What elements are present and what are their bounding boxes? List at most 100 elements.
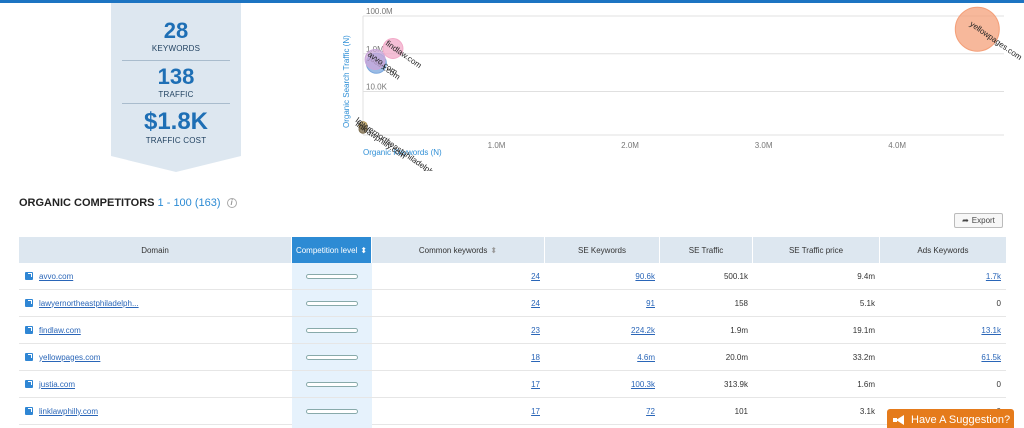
column-header-ads-keywords[interactable]: Ads Keywords bbox=[880, 237, 1006, 263]
se-traffic-value: 101 bbox=[734, 406, 748, 416]
export-label: Export bbox=[971, 216, 995, 225]
se-keywords-link[interactable]: 90.6k bbox=[635, 272, 655, 281]
se-traffic-price-value: 3.1k bbox=[859, 406, 875, 416]
se-traffic-value: 500.1k bbox=[723, 271, 748, 281]
share-arrow-icon: ➦ bbox=[962, 216, 969, 225]
se-keywords-cell: 72 bbox=[545, 398, 660, 424]
se-traffic-price-value: 5.1k bbox=[859, 298, 875, 308]
se-keywords-link[interactable]: 100.3k bbox=[631, 380, 655, 389]
se-traffic-price-cell: 19.1m bbox=[753, 317, 880, 343]
table-header: Domain Competition level ⬍ Common keywor… bbox=[19, 237, 1006, 263]
sort-icon: ⬍ bbox=[360, 245, 368, 255]
se-traffic-value: 313.9k bbox=[723, 379, 748, 389]
ads-keywords-cell: 0 bbox=[880, 290, 1006, 316]
competition-level-bar bbox=[306, 273, 358, 279]
domain-cell: linklawphilly.com bbox=[19, 398, 292, 424]
competition-level-cell bbox=[292, 344, 372, 370]
domain-link[interactable]: yellowpages.com bbox=[39, 353, 100, 362]
se-traffic-cell: 101 bbox=[660, 398, 753, 424]
ads-keywords-value: 0 bbox=[996, 379, 1001, 389]
external-link-icon[interactable] bbox=[25, 326, 33, 334]
column-header-common-keywords[interactable]: Common keywords ⬍ bbox=[372, 237, 545, 263]
domain-link[interactable]: justia.com bbox=[39, 380, 75, 389]
keywords-value: 28 bbox=[163, 18, 189, 43]
domain-link[interactable]: linklawphilly.com bbox=[39, 407, 98, 416]
se-traffic-cell: 20.0m bbox=[660, 344, 753, 370]
se-traffic-price-cell: 5.1k bbox=[753, 290, 880, 316]
common-keywords-link[interactable]: 18 bbox=[531, 353, 540, 362]
domain-link[interactable]: avvo.com bbox=[39, 272, 73, 281]
ads-keywords-link[interactable]: 1.7k bbox=[986, 272, 1001, 281]
chart-canvas: 100.0M1.0M10.0K1.0M2.0M3.0M4.0MOrganic K… bbox=[354, 6, 1024, 171]
se-traffic-price-value: 9.4m bbox=[857, 271, 875, 281]
traffic-label: TRAFFIC bbox=[158, 90, 194, 99]
se-keywords-cell: 91 bbox=[545, 290, 660, 316]
external-link-icon[interactable] bbox=[25, 272, 33, 280]
export-button[interactable]: ➦ Export bbox=[954, 213, 1003, 228]
common-keywords-link[interactable]: 24 bbox=[531, 272, 540, 281]
table-row: yellowpages.com 18 4.6m 20.0m 33.2m 61.5… bbox=[19, 344, 1006, 371]
ads-keywords-cell: 61.5k bbox=[880, 344, 1006, 370]
external-link-icon[interactable] bbox=[25, 353, 33, 361]
traffic-value: 138 bbox=[157, 64, 195, 89]
domain-link[interactable]: findlaw.com bbox=[39, 326, 81, 335]
se-keywords-link[interactable]: 72 bbox=[646, 407, 655, 416]
stat-divider bbox=[122, 60, 230, 61]
table-row: lawyernortheastphiladelph... 24 91 158 5… bbox=[19, 290, 1006, 317]
megaphone-icon bbox=[893, 415, 905, 425]
summary-panel-tip bbox=[111, 156, 241, 172]
se-traffic-value: 1.9m bbox=[730, 325, 748, 335]
y-tick-label: 100.0M bbox=[366, 7, 393, 16]
common-keywords-link[interactable]: 17 bbox=[531, 380, 540, 389]
x-tick-label: 4.0M bbox=[888, 141, 906, 150]
suggestion-button[interactable]: Have A Suggestion? bbox=[887, 409, 1014, 428]
domain-cell: justia.com bbox=[19, 371, 292, 397]
traffic-stat: 138 TRAFFIC bbox=[111, 64, 241, 100]
common-keywords-cell: 24 bbox=[372, 263, 545, 289]
column-header-se-traffic-price[interactable]: SE Traffic price bbox=[753, 237, 880, 263]
keywords-stat: 28 KEYWORDS bbox=[111, 18, 241, 54]
se-keywords-link[interactable]: 224.2k bbox=[631, 326, 655, 335]
ads-keywords-link[interactable]: 13.1k bbox=[981, 326, 1001, 335]
ads-keywords-link[interactable]: 61.5k bbox=[981, 353, 1001, 362]
se-traffic-cell: 500.1k bbox=[660, 263, 753, 289]
ads-keywords-cell: 1.7k bbox=[880, 263, 1006, 289]
column-header-se-traffic[interactable]: SE Traffic bbox=[660, 237, 753, 263]
se-keywords-link[interactable]: 4.6m bbox=[637, 353, 655, 362]
column-header-domain[interactable]: Domain bbox=[19, 237, 292, 263]
common-keywords-link[interactable]: 24 bbox=[531, 299, 540, 308]
y-tick-label: 10.0K bbox=[366, 83, 388, 92]
x-tick-label: 1.0M bbox=[488, 141, 506, 150]
competition-level-bar bbox=[306, 354, 358, 360]
column-header-se-keywords[interactable]: SE Keywords bbox=[545, 237, 660, 263]
competition-level-cell bbox=[292, 371, 372, 397]
section-range: 1 - 100 (163) bbox=[157, 197, 221, 209]
external-link-icon[interactable] bbox=[25, 407, 33, 415]
common-keywords-link[interactable]: 17 bbox=[531, 407, 540, 416]
chart-y-axis-label: Organic Search Traffic (N) bbox=[342, 35, 351, 128]
external-link-icon[interactable] bbox=[25, 380, 33, 388]
competitive-positioning-chart: 100.0M1.0M10.0K1.0M2.0M3.0M4.0MOrganic K… bbox=[340, 6, 1024, 171]
se-traffic-price-cell: 3.1k bbox=[753, 398, 880, 424]
se-keywords-cell: 100.3k bbox=[545, 371, 660, 397]
common-keywords-cell: 17 bbox=[372, 371, 545, 397]
x-tick-label: 3.0M bbox=[755, 141, 773, 150]
competition-level-bar bbox=[306, 408, 358, 414]
se-traffic-price-value: 1.6m bbox=[857, 379, 875, 389]
column-header-competition-level[interactable]: Competition level ⬍ bbox=[292, 237, 372, 263]
section-title-text: ORGANIC COMPETITORS bbox=[19, 197, 155, 209]
domain-cell: avvo.com bbox=[19, 263, 292, 289]
se-keywords-cell: 4.6m bbox=[545, 344, 660, 370]
info-icon[interactable]: i bbox=[226, 198, 237, 209]
traffic-cost-stat: $1.8K TRAFFIC COST bbox=[111, 110, 241, 146]
suggestion-label: Have A Suggestion? bbox=[911, 414, 1011, 426]
se-keywords-link[interactable]: 91 bbox=[646, 299, 655, 308]
se-keywords-cell: 90.6k bbox=[545, 263, 660, 289]
external-link-icon[interactable] bbox=[25, 299, 33, 307]
common-keywords-link[interactable]: 23 bbox=[531, 326, 540, 335]
se-keywords-cell: 224.2k bbox=[545, 317, 660, 343]
common-keywords-cell: 23 bbox=[372, 317, 545, 343]
competition-level-bar bbox=[306, 327, 358, 333]
competition-level-label: Competition level bbox=[295, 245, 358, 255]
domain-link[interactable]: lawyernortheastphiladelph... bbox=[39, 299, 139, 308]
